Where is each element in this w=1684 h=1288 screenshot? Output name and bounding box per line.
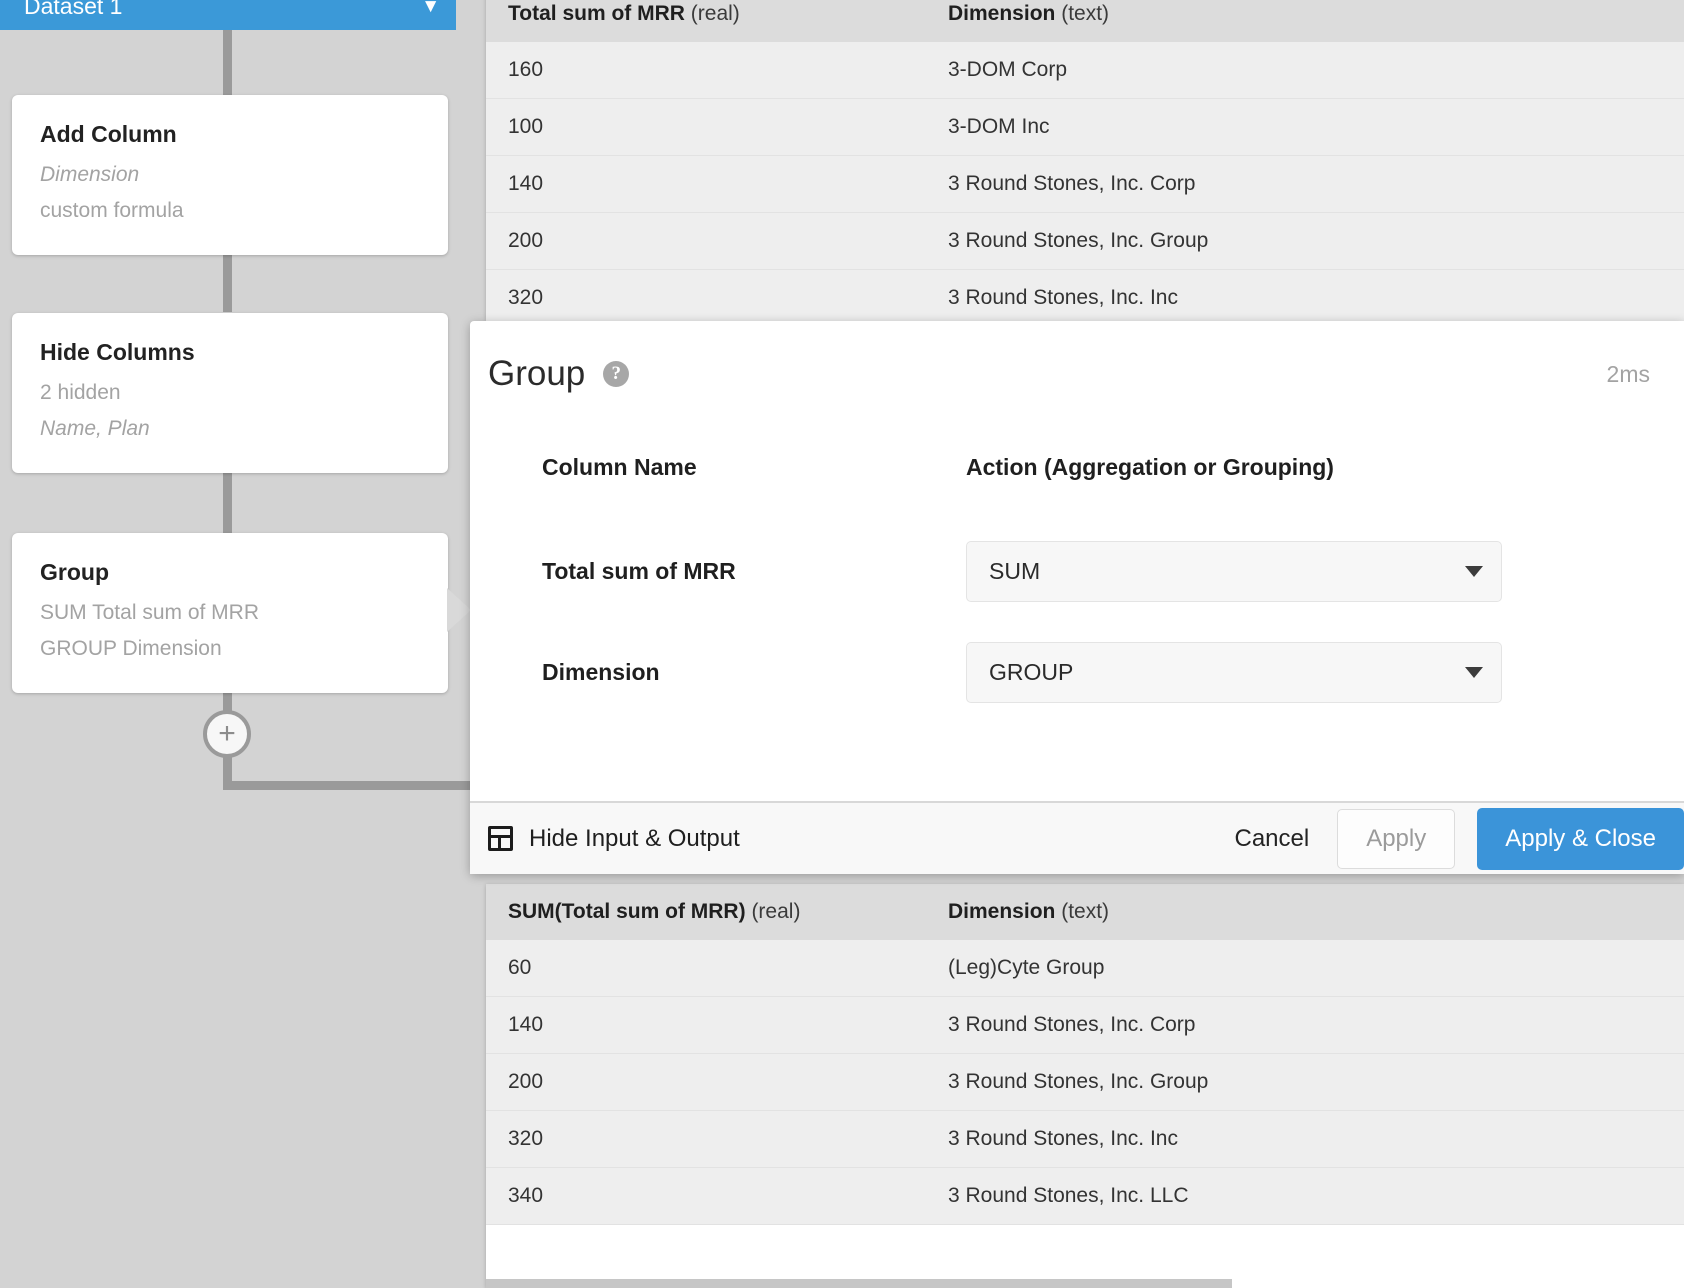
execution-time: 2ms bbox=[1606, 360, 1650, 387]
table-row[interactable]: 140 3 Round Stones, Inc. Corp bbox=[486, 996, 1684, 1054]
chevron-down-icon bbox=[1465, 565, 1483, 577]
add-step-button[interactable]: + bbox=[203, 710, 251, 758]
pipeline-step-add-column[interactable]: Add Column Dimension custom formula bbox=[12, 95, 448, 256]
hide-input-output-label: Hide Input & Output bbox=[529, 824, 740, 852]
dialog-header: Group ? 2ms bbox=[470, 321, 1684, 394]
pipeline-step-group[interactable]: Group SUM Total sum of MRR GROUP Dimensi… bbox=[12, 533, 448, 694]
horizontal-scrollbar[interactable] bbox=[486, 1279, 1232, 1288]
column-header-sum-total-sum-of-mrr[interactable]: SUM(Total sum of MRR) (real) bbox=[486, 884, 926, 940]
pipeline-pane: Dataset 1 ▼ Add Column Dimension custom … bbox=[0, 0, 483, 1288]
input-table: Total sum of MRR (real) Dimension (text)… bbox=[486, 0, 1684, 327]
apply-and-close-button[interactable]: Apply & Close bbox=[1477, 807, 1684, 870]
cell-value: 160 bbox=[486, 42, 926, 99]
column-header-type: (real) bbox=[690, 2, 740, 25]
cell-dimension: 3-DOM Inc bbox=[926, 98, 1684, 156]
cancel-button[interactable]: Cancel bbox=[1206, 825, 1337, 853]
row-label-total-sum-of-mrr: Total sum of MRR bbox=[542, 558, 736, 584]
connector-line bbox=[223, 463, 232, 533]
dialog-footer: Hide Input & Output Cancel Apply Apply &… bbox=[470, 801, 1684, 874]
table-header-row: Total sum of MRR (real) Dimension (text) bbox=[486, 0, 1684, 42]
cell-value: 340 bbox=[486, 1167, 926, 1225]
step-detail-line-1: 2 hidden bbox=[40, 381, 121, 404]
column-header-name: Dimension bbox=[948, 2, 1056, 25]
action-select-value: GROUP bbox=[989, 659, 1074, 685]
plus-icon: + bbox=[218, 717, 236, 750]
column-header-type: (text) bbox=[1061, 900, 1110, 923]
input-table-panel: Total sum of MRR (real) Dimension (text)… bbox=[486, 0, 1684, 327]
table-row[interactable]: 200 3 Round Stones, Inc. Group bbox=[486, 1053, 1684, 1111]
question-mark-icon[interactable]: ? bbox=[603, 361, 630, 387]
output-table-panel: SUM(Total sum of MRR) (real) Dimension (… bbox=[486, 884, 1684, 1288]
cell-dimension: (Leg)Cyte Group bbox=[926, 940, 1684, 997]
cell-value: 320 bbox=[486, 1110, 926, 1168]
cell-value: 200 bbox=[486, 1053, 926, 1111]
cell-dimension: 3 Round Stones, Inc. Corp bbox=[926, 155, 1684, 213]
table-row[interactable]: 200 3 Round Stones, Inc. Group bbox=[486, 212, 1684, 270]
table-row[interactable]: 160 3-DOM Corp bbox=[486, 42, 1684, 99]
header-column-name: Column Name bbox=[542, 454, 697, 480]
dataset-header[interactable]: Dataset 1 ▼ bbox=[0, 0, 456, 30]
cell-dimension: 3 Round Stones, Inc. Inc bbox=[926, 269, 1684, 327]
dialog-title: Group bbox=[488, 354, 586, 393]
dataset-title: Dataset 1 bbox=[24, 0, 123, 19]
action-select-total-sum-of-mrr[interactable]: SUM bbox=[966, 541, 1502, 602]
cell-dimension: 3 Round Stones, Inc. Corp bbox=[926, 996, 1684, 1054]
cell-value: 140 bbox=[486, 996, 926, 1054]
table-header-row: SUM(Total sum of MRR) (real) Dimension (… bbox=[486, 884, 1684, 940]
dialog-actions: Cancel Apply Apply & Close bbox=[1206, 803, 1684, 874]
cell-value: 100 bbox=[486, 98, 926, 156]
column-header-type: (real) bbox=[751, 900, 801, 923]
dialog-callout-pointer bbox=[447, 588, 471, 632]
group-dialog: Group ? 2ms Column Name Action (Aggregat… bbox=[470, 321, 1684, 874]
cell-value: 200 bbox=[486, 212, 926, 270]
hide-input-output-toggle[interactable]: Hide Input & Output bbox=[488, 825, 740, 853]
column-header-name: Total sum of MRR bbox=[508, 2, 685, 25]
column-header-name: Dimension bbox=[948, 900, 1056, 923]
column-header-dimension[interactable]: Dimension (text) bbox=[926, 0, 1684, 42]
step-title: Hide Columns bbox=[40, 339, 195, 365]
step-detail-line-2: GROUP Dimension bbox=[40, 637, 222, 661]
table-grid-icon bbox=[488, 826, 513, 851]
table-row[interactable]: 60 (Leg)Cyte Group bbox=[486, 940, 1684, 997]
dialog-body: Column Name Action (Aggregation or Group… bbox=[470, 394, 1684, 723]
table-row[interactable]: 340 3 Round Stones, Inc. LLC bbox=[486, 1167, 1684, 1225]
step-detail-line-2: Name, Plan bbox=[40, 417, 150, 441]
column-header-total-sum-of-mrr[interactable]: Total sum of MRR (real) bbox=[486, 0, 926, 42]
cell-value: 320 bbox=[486, 269, 926, 327]
pipeline-step-hide-columns[interactable]: Hide Columns 2 hidden Name, Plan bbox=[12, 313, 448, 474]
apply-button[interactable]: Apply bbox=[1337, 808, 1456, 869]
cell-dimension: 3 Round Stones, Inc. Inc bbox=[926, 1110, 1684, 1168]
step-detail-line-2: custom formula bbox=[40, 199, 184, 223]
action-select-value: SUM bbox=[989, 558, 1041, 584]
chevron-down-icon[interactable]: ▼ bbox=[421, 0, 440, 16]
cell-dimension: 3 Round Stones, Inc. Group bbox=[926, 212, 1684, 270]
connector-line-horizontal bbox=[223, 781, 483, 790]
step-detail-line-1: SUM Total sum of MRR bbox=[40, 601, 259, 624]
table-row[interactable]: 320 3 Round Stones, Inc. Inc bbox=[486, 1110, 1684, 1168]
column-header-dimension[interactable]: Dimension (text) bbox=[926, 884, 1684, 940]
cell-dimension: 3 Round Stones, Inc. LLC bbox=[926, 1167, 1684, 1225]
cell-dimension: 3-DOM Corp bbox=[926, 42, 1684, 99]
connector-line bbox=[223, 30, 232, 95]
column-header-type: (text) bbox=[1061, 2, 1110, 25]
chevron-down-icon bbox=[1465, 666, 1483, 678]
header-action: Action (Aggregation or Grouping) bbox=[966, 454, 1334, 480]
cell-dimension: 3 Round Stones, Inc. Group bbox=[926, 1053, 1684, 1111]
app-root: Dataset 1 ▼ Add Column Dimension custom … bbox=[0, 0, 1684, 1288]
step-title: Group bbox=[40, 559, 109, 585]
cell-value: 140 bbox=[486, 155, 926, 213]
step-detail-line-1: Dimension bbox=[40, 163, 140, 186]
column-header-name: SUM(Total sum of MRR) bbox=[508, 900, 746, 923]
table-row[interactable]: 140 3 Round Stones, Inc. Corp bbox=[486, 155, 1684, 213]
cell-value: 60 bbox=[486, 940, 926, 997]
output-table: SUM(Total sum of MRR) (real) Dimension (… bbox=[486, 884, 1684, 1225]
table-row[interactable]: 100 3-DOM Inc bbox=[486, 98, 1684, 156]
row-label-dimension: Dimension bbox=[542, 659, 660, 685]
action-select-dimension[interactable]: GROUP bbox=[966, 642, 1502, 703]
table-row[interactable]: 320 3 Round Stones, Inc. Inc bbox=[486, 269, 1684, 327]
step-title: Add Column bbox=[40, 121, 177, 147]
